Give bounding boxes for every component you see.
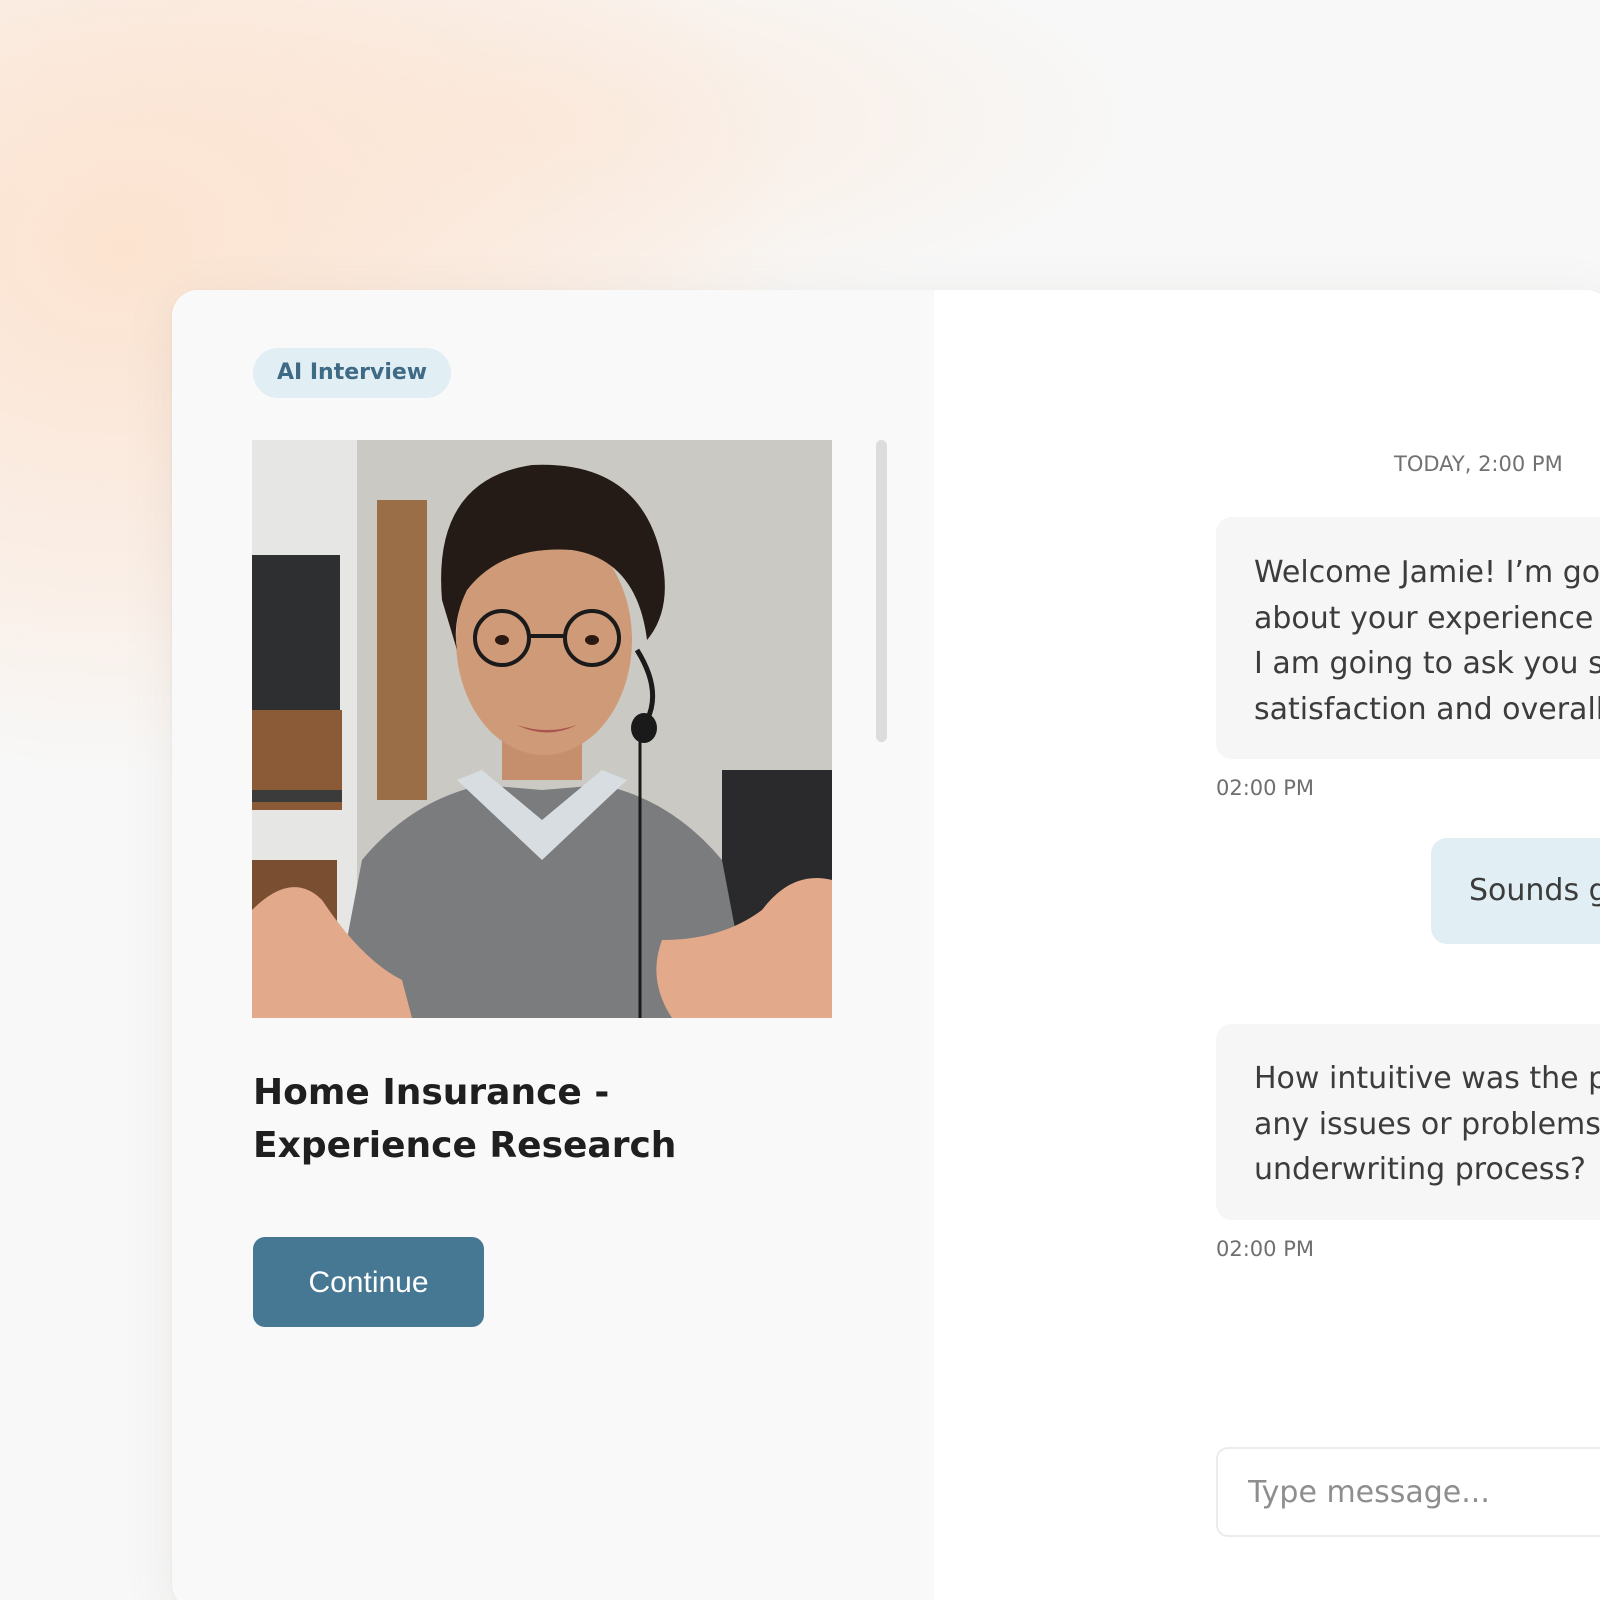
message-line: I am going to ask you some questi (1254, 646, 1600, 681)
ai-interview-badge: AI Interview (253, 348, 452, 398)
interview-title: Home Insurance - Experience Research (253, 1072, 677, 1166)
panel-scrollbar[interactable] (876, 440, 887, 742)
message-line: How intuitive was the purchasing e (1254, 1061, 1600, 1096)
interview-info-panel: AI Interview Home Insurance - Experience… (172, 290, 934, 1600)
message-timestamp: 02:00 PM (1216, 776, 1314, 800)
interview-card: AI Interview Home Insurance - Experience… (172, 290, 1600, 1600)
message-line: any issues or problems you encou (1254, 1106, 1600, 1142)
message-input[interactable] (1216, 1447, 1600, 1537)
message-line: underwriting process? (1254, 1152, 1586, 1187)
ai-message-bubble: Welcome Jamie! I’m going to inter about … (1216, 517, 1600, 759)
user-message-bubble: Sounds good! I’m ha (1431, 838, 1600, 944)
chat-date-stamp: TODAY, 2:00 PM (1394, 452, 1563, 476)
chat-panel: TODAY, 2:00 PM Welcome Jamie! I’m going … (934, 290, 1600, 1600)
message-line: about your experience purchasing (1254, 600, 1600, 636)
message-line: Welcome Jamie! I’m going to inter (1254, 555, 1600, 590)
continue-button[interactable]: Continue (253, 1237, 484, 1327)
interviewer-photo (252, 440, 832, 1018)
message-line: satisfaction and overall experience (1254, 691, 1600, 727)
message-timestamp: 02:00 PM (1216, 1237, 1314, 1261)
ai-message-bubble: How intuitive was the purchasing e any i… (1216, 1024, 1600, 1220)
message-line: Sounds good! I’m ha (1469, 873, 1600, 908)
